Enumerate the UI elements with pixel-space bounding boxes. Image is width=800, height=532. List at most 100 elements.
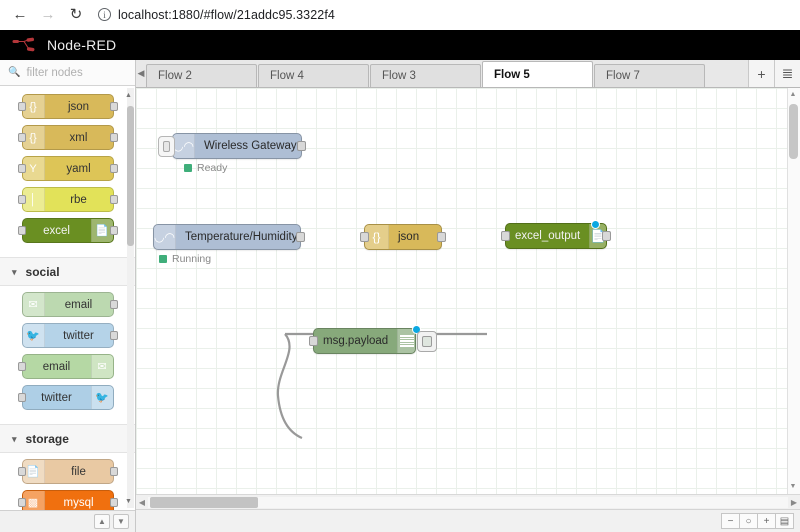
workspace: 🔍 filter nodes {} json {} xml Y yaml │ r… [0, 60, 800, 532]
port-out[interactable] [109, 164, 118, 173]
flow-node-wireless-gateway[interactable]: ◡◠ Wireless Gateway [158, 133, 306, 159]
port-in[interactable] [17, 467, 26, 476]
hscroll-thumb[interactable] [150, 496, 258, 508]
palette-node-xml[interactable]: {} xml [17, 125, 118, 150]
flow-node-temperature-humidity[interactable]: ◡◠ Temperature/Humidity [153, 224, 305, 250]
scroll-left-arrow-icon[interactable]: ◀ [136, 498, 148, 507]
port-in[interactable] [360, 232, 369, 242]
palette-node-json[interactable]: {} json [17, 94, 118, 119]
port-out[interactable] [437, 232, 446, 242]
back-icon[interactable]: ← [8, 3, 32, 27]
zoom-reset-button[interactable]: ○ [739, 513, 758, 529]
collapse-all-icon[interactable]: ▲ [94, 514, 110, 529]
port-in[interactable] [17, 133, 26, 142]
palette-node-rbe[interactable]: │ rbe [17, 187, 118, 212]
port-out[interactable] [109, 300, 118, 309]
debug-toggle-button[interactable] [417, 331, 437, 352]
port-in[interactable] [17, 195, 26, 204]
list-flows-button[interactable]: ≣ [774, 60, 800, 87]
node-status-temperature-humidity: Running [159, 253, 211, 265]
node-palette: 🔍 filter nodes {} json {} xml Y yaml │ r… [0, 60, 136, 532]
zoom-out-button[interactable]: − [721, 513, 740, 529]
tab-flow-4[interactable]: Flow 4 [258, 64, 369, 87]
palette-node-email-in[interactable]: email ✉ [17, 354, 114, 379]
port-out[interactable] [109, 498, 118, 507]
info-circle-icon[interactable]: i [98, 8, 111, 21]
flow-node-msg-payload[interactable]: msg.payload [309, 325, 437, 354]
palette-node-twitter-in[interactable]: twitter 🐦 [17, 385, 114, 410]
scroll-right-arrow-icon[interactable]: ▶ [788, 498, 800, 507]
tab-flow-2[interactable]: Flow 2 [146, 64, 257, 87]
palette-node-label: json [67, 100, 90, 113]
port-out[interactable] [109, 195, 118, 204]
flow-editor: ◀ Flow 2 Flow 4 Flow 3 Flow 5 Flow 7 + ≣ [136, 60, 800, 532]
wire-temp-to-debug [276, 333, 303, 440]
palette-category-header-social[interactable]: ▾ social [0, 257, 135, 286]
port-in[interactable] [17, 226, 26, 235]
canvas-scrollbar-thumb[interactable] [789, 104, 798, 159]
palette-category-label: social [25, 265, 60, 279]
tab-flow-3[interactable]: Flow 3 [370, 64, 481, 87]
expand-all-icon[interactable]: ▼ [113, 514, 129, 529]
tab-scroll-left-icon[interactable]: ◀ [136, 60, 146, 87]
port-out[interactable] [602, 231, 611, 241]
address-bar[interactable]: i localhost:1880/#flow/21addc95.3322f4 [98, 3, 792, 26]
twitter-icon: 🐦 [90, 386, 113, 409]
reload-icon[interactable]: ↻ [64, 3, 88, 27]
zoom-in-button[interactable]: + [757, 513, 776, 529]
scroll-down-arrow-icon[interactable]: ▼ [124, 497, 133, 506]
port-out[interactable] [297, 141, 306, 151]
flow-node-excel-output[interactable]: excel_output 📄 [501, 220, 611, 249]
canvas-vertical-scrollbar[interactable]: ▲ ▼ [787, 88, 800, 494]
palette-node-yaml[interactable]: Y yaml [17, 156, 118, 181]
tab-flow-7[interactable]: Flow 7 [594, 64, 705, 87]
editor-statusbar: − ○ + ▤ [136, 509, 800, 532]
palette-node-twitter-out[interactable]: 🐦 twitter [21, 323, 118, 348]
tab-label: Flow 3 [382, 70, 416, 82]
palette-node-mysql[interactable]: ▩ mysql [17, 490, 118, 510]
port-out[interactable] [109, 467, 118, 476]
palette-category-header-storage[interactable]: ▾ storage [0, 424, 135, 453]
tab-label: Flow 5 [494, 68, 530, 81]
port-out[interactable] [109, 133, 118, 142]
port-out[interactable] [109, 331, 118, 340]
scroll-down-arrow-icon[interactable]: ▼ [789, 483, 797, 491]
flow-node-json[interactable]: {} json [360, 224, 446, 250]
flow-node-label: msg.payload [323, 335, 389, 347]
file-icon: 📄 [22, 460, 45, 483]
port-in[interactable] [501, 231, 510, 241]
port-in[interactable] [17, 362, 26, 371]
palette-node-label: xml [69, 131, 88, 144]
navigator-button[interactable]: ▤ [775, 513, 794, 529]
node-status-wireless-gateway: Ready [184, 162, 227, 174]
flow-canvas-container[interactable]: ◡◠ Wireless Gateway Ready ◡◠ Temperature… [136, 88, 800, 494]
palette-node-excel[interactable]: excel 📄 [17, 218, 118, 243]
palette-category-body-social: ✉ email 🐦 twitter email ✉ twitter 🐦 [0, 286, 135, 424]
palette-scrollbar-thumb[interactable] [127, 106, 134, 246]
palette-scroll-area[interactable]: {} json {} xml Y yaml │ rbe excel 📄 ▾ so… [0, 86, 135, 510]
canvas-horizontal-scrollbar[interactable]: ◀ ▶ [136, 494, 800, 509]
xml-icon: {} [22, 126, 45, 149]
flow-canvas-grid[interactable]: ◡◠ Wireless Gateway Ready ◡◠ Temperature… [136, 88, 800, 494]
scroll-up-arrow-icon[interactable]: ▲ [789, 91, 797, 99]
inject-button[interactable] [158, 136, 175, 157]
flow-node-label: json [398, 231, 420, 243]
add-flow-button[interactable]: + [748, 60, 774, 87]
port-out[interactable] [109, 226, 118, 235]
forward-icon[interactable]: → [36, 3, 60, 27]
hscroll-track[interactable] [148, 496, 788, 508]
port-out[interactable] [109, 102, 118, 111]
palette-category-parser: {} json {} xml Y yaml │ rbe excel 📄 [0, 88, 135, 257]
port-in[interactable] [17, 164, 26, 173]
port-in[interactable] [17, 393, 26, 402]
tab-flow-5[interactable]: Flow 5 [482, 61, 593, 87]
port-in[interactable] [17, 102, 26, 111]
palette-node-email-out[interactable]: ✉ email [21, 292, 118, 317]
palette-node-file[interactable]: 📄 file [17, 459, 118, 484]
port-in[interactable] [17, 498, 26, 507]
filter-icon: │ [22, 188, 45, 211]
port-out[interactable] [296, 232, 305, 242]
port-in[interactable] [309, 336, 318, 346]
scroll-up-arrow-icon[interactable]: ▲ [124, 91, 133, 100]
palette-search-box[interactable]: 🔍 filter nodes [0, 60, 135, 86]
